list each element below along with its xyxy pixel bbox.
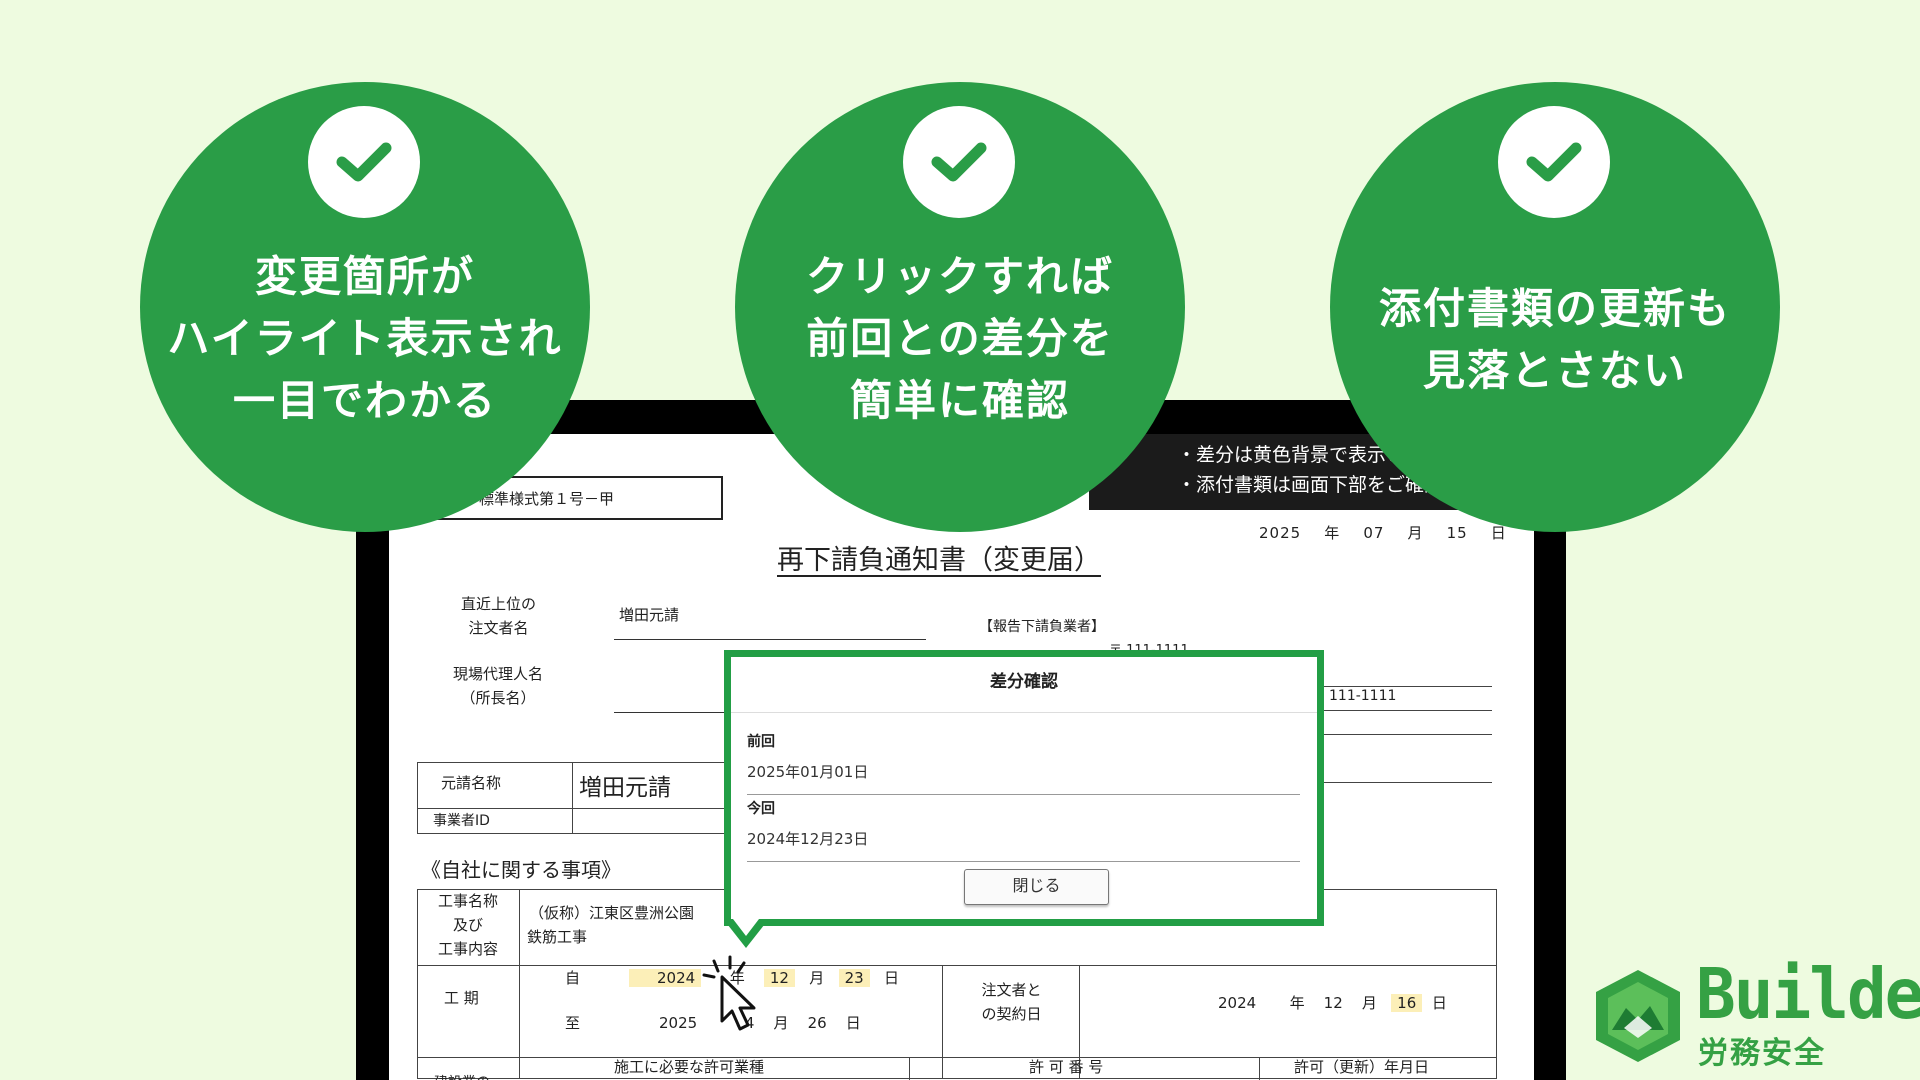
feature-circle-attachments: 添付書類の更新も 見落とさない: [1330, 82, 1780, 532]
phone-partial: 111-1111: [1329, 688, 1397, 704]
logo-wordmark: Buildee: [1696, 954, 1920, 1035]
period-from-year: 2024: [629, 969, 702, 987]
business-id-label: 事業者ID: [433, 813, 490, 829]
feature-text: クリックすれば 前回との差分を 簡単に確認: [805, 252, 1114, 425]
check-icon: [308, 106, 420, 218]
work-name-label: 工事名称 及び 工事内容: [437, 892, 498, 958]
work-name-value: （仮称）江東区豊洲公園: [529, 904, 695, 922]
buildee-logo-icon: [1590, 968, 1686, 1068]
period-from-day: 23: [838, 969, 870, 987]
current-label: 今回: [747, 801, 775, 817]
reporter-label: 【報告下請負業者】: [979, 619, 1105, 635]
feature-text: 変更箇所が ハイライト表示され 一目でわかる: [167, 252, 563, 425]
form-number: 標準様式第１号－甲: [479, 490, 615, 508]
document-title: 再下請負通知書（変更届）: [777, 545, 1101, 576]
contract-date: 2024 年 12 月 16 日: [1218, 994, 1447, 1012]
dialog-title: 差分確認: [731, 657, 1317, 713]
check-icon: [1498, 106, 1610, 218]
previous-value: 2025年01月01日: [747, 763, 869, 781]
prime-name-label: 元請名称: [441, 774, 502, 792]
site-agent-label: 現場代理人名 （所長名）: [452, 665, 543, 707]
logo-subtitle: 労務安全: [1698, 1036, 1826, 1071]
period-to-year: 2025: [659, 1014, 698, 1032]
work-content-value: 鉄筋工事: [527, 928, 588, 946]
current-value: 2024年12月23日: [747, 830, 869, 848]
feature-text: 添付書類の更新も 見落とさない: [1378, 284, 1731, 395]
period-to-day: 26: [807, 1014, 827, 1032]
orderer-value: 増田元請: [619, 606, 680, 624]
orderer-label: 直近上位の 注文者名: [460, 595, 536, 637]
contract-day: 16: [1391, 994, 1423, 1012]
current-row: 今回 2024年12月23日: [747, 798, 1300, 862]
cursor-icon: [700, 955, 770, 1039]
prime-name-value: 増田元請: [579, 775, 671, 801]
previous-row: 前回 2025年01月01日: [747, 731, 1300, 795]
check-icon: [903, 106, 1015, 218]
close-button[interactable]: 閉じる: [964, 869, 1109, 905]
diff-dialog: 差分確認 前回 2025年01月01日 今回 2024年12月23日 閉じる: [724, 650, 1324, 926]
section-heading: 《自社に関する事項》: [421, 858, 621, 882]
contract-date-label: 注文者と の契約日: [981, 981, 1042, 1023]
feature-circle-diff: クリックすれば 前回との差分を 簡単に確認: [735, 82, 1185, 532]
feature-circle-highlight: 変更箇所が ハイライト表示され 一目でわかる: [140, 82, 590, 532]
document-date: 2025 年 07 月 15 日: [1259, 524, 1507, 542]
period-to-label: 至: [565, 1014, 581, 1032]
previous-label: 前回: [747, 734, 775, 750]
click-burst-icon: [702, 955, 746, 979]
period-label: 工 期: [444, 989, 479, 1007]
period-from-label: 自: [565, 969, 581, 987]
